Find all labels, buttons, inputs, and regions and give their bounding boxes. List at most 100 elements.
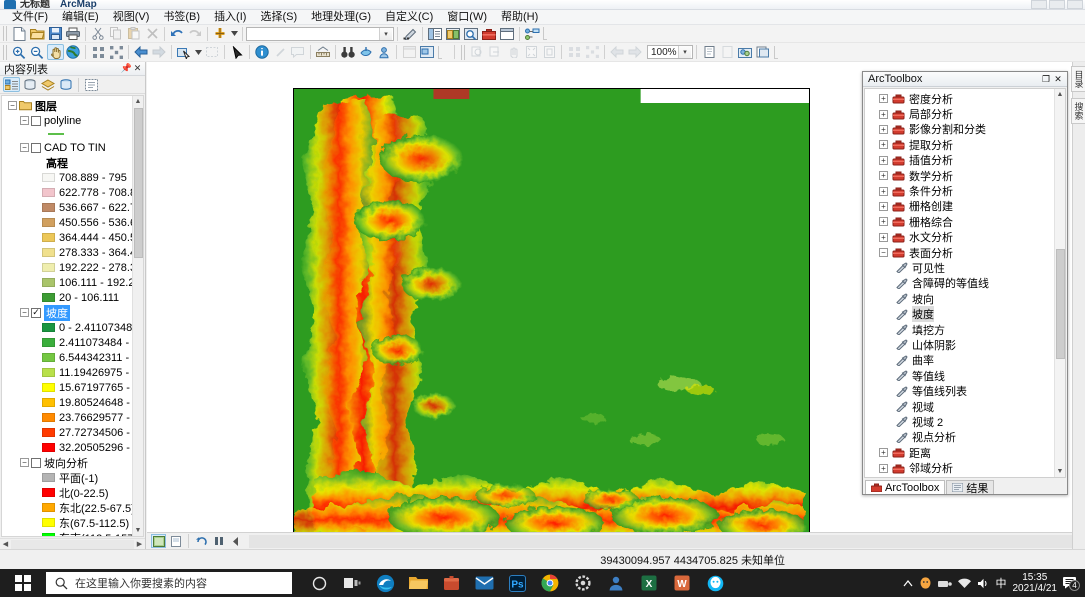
model-builder-icon[interactable]: [524, 26, 541, 42]
legend-class[interactable]: 20 - 106.111: [2, 290, 132, 305]
menu-insert[interactable]: 插入(I): [214, 10, 246, 24]
legend-class[interactable]: 15.67197765 - 19.: [2, 380, 132, 395]
legend-class[interactable]: 23.76629577 - 27.: [2, 410, 132, 425]
list-by-visibility-icon[interactable]: [39, 77, 56, 92]
fixed-zoom-in-icon[interactable]: [90, 44, 107, 60]
find-binoculars-icon[interactable]: [340, 44, 357, 60]
scroll-up-icon[interactable]: ▲: [1055, 89, 1065, 100]
tool-slope[interactable]: 坡度: [865, 306, 1054, 323]
identify-icon[interactable]: [254, 44, 271, 60]
expand-icon[interactable]: +: [879, 186, 888, 196]
layout-view-icon[interactable]: [168, 534, 183, 548]
tool-viewshed[interactable]: 视域: [865, 399, 1054, 414]
address-combo[interactable]: ▾: [246, 26, 394, 41]
python-window-icon[interactable]: [499, 26, 516, 42]
tray-misc-icon[interactable]: [937, 578, 952, 589]
editor-toolbar-icon[interactable]: [402, 26, 419, 42]
save-icon[interactable]: [47, 26, 64, 42]
layout-zoom-out-icon[interactable]: [487, 44, 504, 60]
scrollbar-thumb[interactable]: [1056, 249, 1065, 359]
tool-contour-list[interactable]: 等值线列表: [865, 383, 1054, 398]
add-data-dropdown-icon[interactable]: [230, 26, 239, 42]
start-button[interactable]: [0, 569, 46, 597]
legend-class[interactable]: 11.19426975 - 15.: [2, 365, 132, 380]
legend-class[interactable]: 622.778 - 708.889: [2, 185, 132, 200]
tray-ime-indicator[interactable]: 中: [996, 575, 1007, 591]
legend-class[interactable]: 19.80524648 - 23.: [2, 395, 132, 410]
window-controls[interactable]: [1031, 0, 1083, 9]
change-layout-icon[interactable]: [737, 44, 754, 60]
scrollbar-left-arrow-icon[interactable]: [228, 534, 243, 548]
tool-observer-points[interactable]: 视点分析: [865, 430, 1054, 445]
expand-icon[interactable]: +: [879, 171, 888, 181]
measure-icon[interactable]: [315, 44, 332, 60]
layer-visibility-checkbox[interactable]: [31, 115, 41, 126]
expand-icon[interactable]: +: [879, 109, 888, 119]
toolset-hydrology[interactable]: + 水文分析: [865, 230, 1054, 245]
list-by-drawing-order-icon[interactable]: [3, 77, 20, 92]
close-icon[interactable]: ✕: [132, 63, 143, 74]
taskbar-search-box[interactable]: 在这里输入你要搜素的内容: [46, 572, 292, 594]
tray-qq-icon[interactable]: [919, 576, 932, 590]
word-icon[interactable]: W: [667, 569, 697, 597]
legend-class[interactable]: 东南(112.5-157.5): [2, 530, 132, 536]
legend-class[interactable]: 27.72734506 - 32.: [2, 425, 132, 440]
toolset-image-segmentation[interactable]: + 影像分割和分类: [865, 122, 1054, 137]
toc-layer-slope[interactable]: − 坡度: [2, 304, 132, 321]
toolset-conditional[interactable]: + 条件分析: [865, 183, 1054, 198]
legend-class[interactable]: 708.889 - 795: [2, 170, 132, 185]
toolset-extraction[interactable]: + 提取分析: [865, 137, 1054, 152]
arctoolbox-window[interactable]: ArcToolbox ❐ ✕ + 密度分析 + 局部分析 + 影像分割和分类 +…: [862, 71, 1068, 495]
toolset-distance[interactable]: + 距离: [865, 445, 1054, 460]
toolset-local[interactable]: + 局部分析: [865, 106, 1054, 121]
expand-icon[interactable]: +: [879, 94, 888, 104]
menu-window[interactable]: 窗口(W): [447, 10, 487, 24]
toc-tree[interactable]: − 图层 − polyline − CAD TO TIN 高程 708.889 …: [1, 95, 144, 537]
tool-contour-with-barriers[interactable]: 含障碍的等值线: [865, 276, 1054, 291]
legend-class[interactable]: 东(67.5-112.5): [2, 515, 132, 530]
user-account-icon[interactable]: [601, 569, 631, 597]
photoshop-icon[interactable]: Ps: [502, 569, 532, 597]
list-by-selection-icon[interactable]: [57, 77, 74, 92]
layout-zoom-in-icon[interactable]: [469, 44, 486, 60]
collapse-icon[interactable]: −: [20, 143, 29, 152]
cortana-icon[interactable]: [304, 569, 334, 597]
t-cut-fill[interactable]: 填挖方: [865, 322, 1054, 337]
chevron-down-icon[interactable]: ▾: [379, 27, 392, 40]
copy-icon[interactable]: [108, 26, 125, 42]
tab-arctoolbox[interactable]: ArcToolbox: [865, 480, 946, 494]
toolset-density[interactable]: + 密度分析: [865, 91, 1054, 106]
toolset-raster-generalization[interactable]: + 栅格综合: [865, 214, 1054, 229]
toolbar-overflow-handle[interactable]: [438, 45, 442, 59]
edge-icon[interactable]: [370, 569, 400, 597]
collapse-icon[interactable]: −: [20, 458, 29, 467]
mail-icon[interactable]: [469, 569, 499, 597]
tray-expand-icon[interactable]: [903, 579, 913, 587]
legend-class[interactable]: 平面(-1): [2, 470, 132, 485]
toolbar-grip[interactable]: [3, 26, 8, 41]
catalog-window-icon[interactable]: [445, 26, 462, 42]
menu-customize[interactable]: 自定义(C): [385, 10, 433, 24]
toolset-neighborhood[interactable]: + 邻域分析: [865, 460, 1054, 475]
expand-icon[interactable]: +: [879, 217, 888, 227]
qq-icon[interactable]: [700, 569, 730, 597]
legend-class[interactable]: 106.111 - 192.222: [2, 275, 132, 290]
print-icon[interactable]: [65, 26, 82, 42]
toggle-draft-mode-icon[interactable]: [701, 44, 718, 60]
overview-window-icon[interactable]: [419, 44, 436, 60]
toolset-math[interactable]: + 数学分析: [865, 168, 1054, 183]
full-extent-globe-icon[interactable]: [65, 44, 82, 60]
settings-gear-icon[interactable]: [568, 569, 598, 597]
expand-icon[interactable]: +: [879, 124, 888, 134]
collapse-icon[interactable]: −: [20, 308, 29, 317]
toolbar-overflow-handle[interactable]: [774, 45, 778, 59]
data-view-icon[interactable]: [151, 534, 166, 548]
zoom-100-percent-icon[interactable]: [541, 44, 558, 60]
legend-class[interactable]: 2.411073484 - 6.5: [2, 335, 132, 350]
toolset-reclass[interactable]: + 重分类: [865, 476, 1054, 477]
undo-icon[interactable]: [169, 26, 186, 42]
legend-class[interactable]: 192.222 - 278.333: [2, 260, 132, 275]
pin-icon[interactable]: 📌: [121, 63, 132, 74]
clear-selection-icon[interactable]: [204, 44, 221, 60]
layer-visibility-checkbox[interactable]: [31, 142, 41, 153]
